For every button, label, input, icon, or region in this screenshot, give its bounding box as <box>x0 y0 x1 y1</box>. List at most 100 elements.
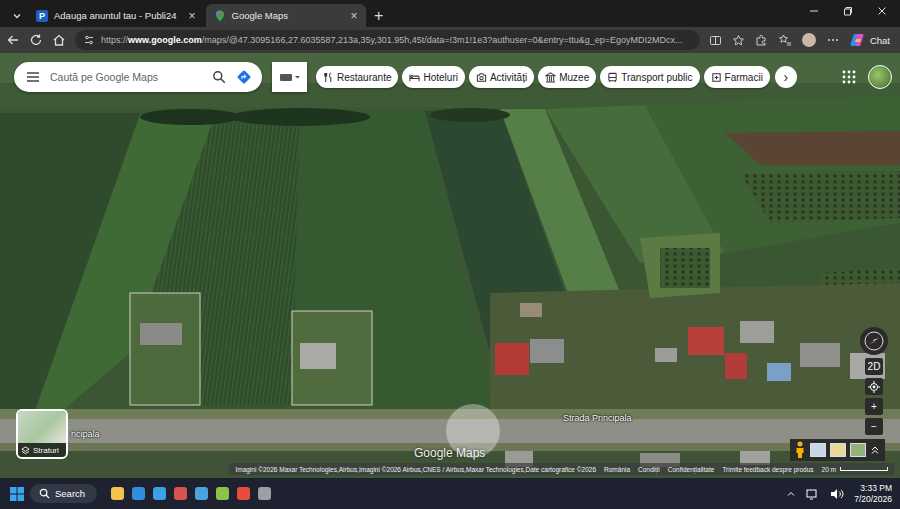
volume-icon[interactable] <box>830 488 844 500</box>
taskbar: Search 3:33 PM 7/20/2026 <box>0 478 900 509</box>
scale-bar: 20 m <box>822 466 888 473</box>
system-tray: 3:33 PM 7/20/2026 <box>786 483 892 504</box>
app-icon[interactable] <box>153 487 166 500</box>
more-menu-icon[interactable] <box>826 33 840 47</box>
windows-start-icon[interactable] <box>10 487 24 501</box>
chip-label: Muzee <box>559 72 589 83</box>
category-chip[interactable]: Transport public <box>600 66 699 88</box>
pinned-apps <box>111 487 271 500</box>
app-icon[interactable] <box>216 487 229 500</box>
attribution-link[interactable]: Condiții <box>638 466 660 473</box>
toolbar-icons: Chat <box>709 33 894 47</box>
screen: P Adauga anuntul tau - Publi24 × Google … <box>0 0 900 509</box>
publi24-favicon-icon: P <box>36 10 48 22</box>
taskbar-search[interactable]: Search <box>30 484 97 503</box>
category-chip[interactable]: Restaurante <box>316 66 398 88</box>
tab-list-button[interactable] <box>8 5 26 27</box>
favorites-icon[interactable] <box>778 33 792 47</box>
close-icon[interactable] <box>876 5 888 17</box>
search-placeholder: Caută pe Google Maps <box>50 71 202 83</box>
new-tab-button[interactable]: + <box>368 5 390 27</box>
expand-up-icon[interactable] <box>870 445 880 455</box>
minimize-icon[interactable] <box>808 5 820 17</box>
chip-label: Hoteluri <box>423 72 457 83</box>
url-text: https://www.google.com/maps/@47.3095166,… <box>101 35 683 45</box>
date: 7/20/2026 <box>854 494 892 505</box>
imagery-credits: Imagini ©2026 Maxar Technologies,Airbus,… <box>235 466 596 473</box>
location-icon <box>868 381 880 393</box>
window-controls <box>808 5 900 23</box>
imagery-thumbnail[interactable] <box>850 443 866 457</box>
map-controls: 2D + − <box>860 327 888 435</box>
home-icon[interactable] <box>52 33 66 47</box>
tab-close-button[interactable]: × <box>183 9 196 23</box>
attribution-link[interactable]: România <box>604 466 630 473</box>
maps-pin-icon <box>214 10 226 22</box>
clock[interactable]: 3:33 PM 7/20/2026 <box>854 483 892 504</box>
category-chip[interactable]: Farmacii <box>704 66 770 88</box>
menu-icon[interactable] <box>26 71 40 83</box>
app-icon[interactable] <box>237 487 250 500</box>
layers-label: Straturi <box>18 443 66 457</box>
app-icon[interactable] <box>195 487 208 500</box>
attribution-link[interactable]: Confidențialitate <box>668 466 715 473</box>
maps-top-bar: Caută pe Google Maps Restaurante Hotelur… <box>14 62 892 92</box>
tab-label: Adauga anuntul tau - Publi24 <box>54 10 177 21</box>
google-maps-watermark: Google Maps <box>414 446 485 460</box>
view-toggle-button[interactable]: 2D <box>865 358 883 375</box>
app-icon[interactable] <box>132 487 145 500</box>
browser-tab[interactable]: Google Maps × <box>206 4 366 27</box>
profile-avatar-icon[interactable] <box>802 33 816 47</box>
imagery-thumbnail[interactable] <box>810 443 826 457</box>
my-location-button[interactable] <box>865 378 883 395</box>
layers-button[interactable]: Straturi <box>16 409 68 459</box>
site-settings-icon[interactable] <box>83 34 95 46</box>
attribution-link[interactable]: Trimite feedback despre produs <box>722 466 813 473</box>
browser-tab[interactable]: P Adauga anuntul tau - Publi24 × <box>28 4 204 27</box>
zoom-out-button[interactable]: − <box>865 418 883 435</box>
map-mode-button[interactable] <box>272 62 307 92</box>
chevron-down-icon <box>12 11 22 21</box>
search-icon[interactable] <box>212 70 226 84</box>
category-icon <box>323 72 334 83</box>
tab-close-button[interactable]: × <box>345 9 358 23</box>
category-chips: Restaurante Hoteluri Activități Muzee Tr… <box>316 66 770 88</box>
app-icon[interactable] <box>258 487 271 500</box>
copilot-chat-button[interactable]: Chat <box>850 33 894 47</box>
category-icon <box>476 72 487 83</box>
tab-label: Google Maps <box>232 10 339 21</box>
chat-label: Chat <box>870 35 890 46</box>
map-view[interactable]: Caută pe Google Maps Restaurante Hotelur… <box>0 53 900 478</box>
network-icon[interactable] <box>806 488 820 500</box>
category-chip[interactable]: Activități <box>469 66 534 88</box>
attribution-bar: Imagini ©2026 Maxar Technologies,Airbus,… <box>229 463 894 475</box>
apps-grid-icon[interactable] <box>842 70 856 84</box>
app-icon[interactable] <box>174 487 187 500</box>
chip-label: Transport public <box>621 72 692 83</box>
extensions-icon[interactable] <box>755 34 768 47</box>
restore-icon[interactable] <box>842 5 854 17</box>
imagery-thumbnail[interactable] <box>830 443 846 457</box>
category-chip[interactable]: Hoteluri <box>402 66 464 88</box>
refresh-icon[interactable] <box>29 33 43 47</box>
show-hidden-icon[interactable] <box>786 489 796 499</box>
url-field[interactable]: https://www.google.com/maps/@47.3095166,… <box>75 30 700 50</box>
chip-label: Activități <box>490 72 527 83</box>
category-icon <box>409 72 420 83</box>
chips-next-button[interactable]: › <box>775 66 797 88</box>
app-icon[interactable] <box>111 487 124 500</box>
category-icon <box>545 72 556 83</box>
category-chip[interactable]: Muzee <box>538 66 596 88</box>
street-label: Strada Principala <box>563 413 632 423</box>
pegman-icon[interactable] <box>794 441 806 459</box>
street-view-widget <box>790 439 885 461</box>
back-icon[interactable] <box>6 33 20 47</box>
split-screen-icon[interactable] <box>709 34 722 47</box>
compass-button[interactable] <box>860 327 888 355</box>
account-avatar-icon[interactable] <box>868 65 892 89</box>
compass-icon <box>863 330 885 352</box>
search-box[interactable]: Caută pe Google Maps <box>14 62 262 92</box>
favorite-star-icon[interactable] <box>732 34 745 47</box>
zoom-in-button[interactable]: + <box>865 398 883 415</box>
directions-icon[interactable] <box>236 69 252 85</box>
